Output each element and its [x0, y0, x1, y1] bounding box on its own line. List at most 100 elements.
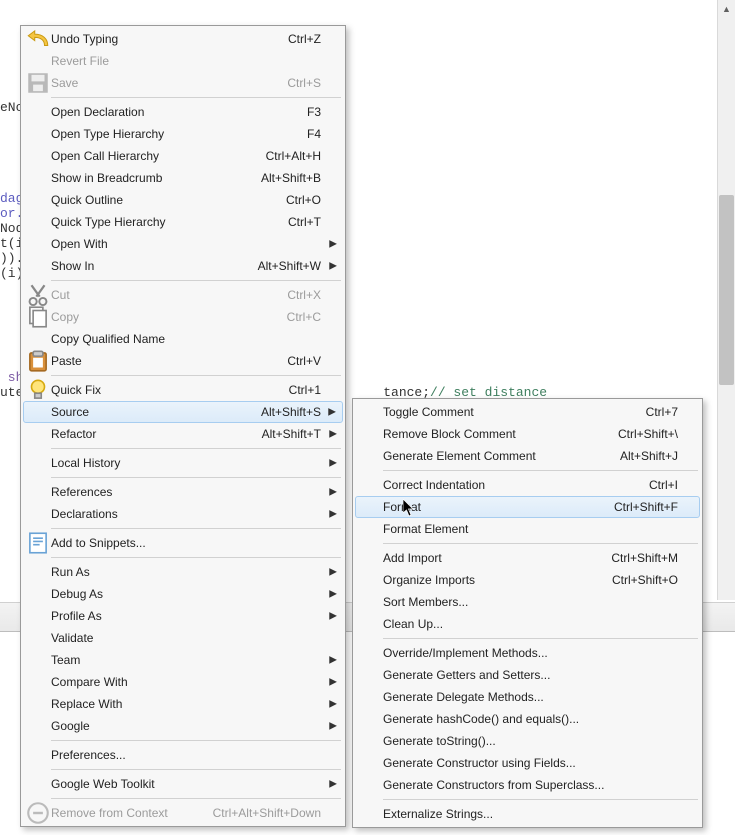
main_menu-item-show-in-breadcrumb[interactable]: Show in BreadcrumbAlt+Shift+B [23, 167, 343, 189]
menu-separator [383, 799, 698, 800]
main_menu-item-open-with[interactable]: Open With▶ [23, 233, 343, 255]
chevron-right-icon: ▶ [328, 407, 336, 418]
menu-item-label: Generate hashCode() and equals()... [383, 712, 678, 726]
main_menu-item-declarations[interactable]: Declarations▶ [23, 503, 343, 525]
menu-item-label: Generate Getters and Setters... [383, 668, 678, 682]
sub_menu-item-add-import[interactable]: Add ImportCtrl+Shift+M [355, 547, 700, 569]
menu-item-label: Clean Up... [383, 617, 678, 631]
sub_menu-item-generate-constructor-using-fields[interactable]: Generate Constructor using Fields... [355, 752, 700, 774]
main_menu-item-quick-outline[interactable]: Quick OutlineCtrl+O [23, 189, 343, 211]
main_menu-item-team[interactable]: Team▶ [23, 649, 343, 671]
sub_menu-item-clean-up[interactable]: Clean Up... [355, 613, 700, 635]
menu-item-label: Open Call Hierarchy [51, 149, 236, 163]
menu-separator [51, 557, 341, 558]
menu-item-label: Source [51, 405, 231, 419]
main_menu-item-replace-with[interactable]: Replace With▶ [23, 693, 343, 715]
main_menu-item-add-to-snippets[interactable]: Add to Snippets... [23, 532, 343, 554]
main_menu-item-compare-with[interactable]: Compare With▶ [23, 671, 343, 693]
sub_menu-item-generate-getters-and-setters[interactable]: Generate Getters and Setters... [355, 664, 700, 686]
menu-item-label: Declarations [51, 507, 321, 521]
sub_menu-item-generate-hashcode-and-equals[interactable]: Generate hashCode() and equals()... [355, 708, 700, 730]
source-submenu[interactable]: Toggle CommentCtrl+7Remove Block Comment… [352, 398, 703, 828]
menu-item-label: Save [51, 76, 257, 90]
main_menu-item-validate[interactable]: Validate [23, 627, 343, 649]
sub_menu-item-format-element[interactable]: Format Element [355, 518, 700, 540]
main_menu-item-google-web-toolkit[interactable]: Google Web Toolkit▶ [23, 773, 343, 795]
sub_menu-item-correct-indentation[interactable]: Correct IndentationCtrl+I [355, 474, 700, 496]
menu-item-shortcut: Alt+Shift+W [258, 259, 321, 273]
context-menu[interactable]: Undo TypingCtrl+Z Revert File Save Ctrl+S Op… [20, 25, 346, 827]
chevron-right-icon: ▶ [329, 487, 337, 498]
menu-item-label: Override/Implement Methods... [383, 646, 678, 660]
main_menu-item-open-call-hierarchy[interactable]: Open Call Hierarchy Ctrl+Alt+H [23, 145, 343, 167]
menu-item-shortcut: Ctrl+1 [289, 383, 321, 397]
menu-item-label: Open Declaration [51, 105, 277, 119]
menu-item-label: Correct Indentation [383, 478, 619, 492]
scroll-thumb[interactable] [719, 195, 734, 385]
main_menu-item-preferences[interactable]: Preferences... [23, 744, 343, 766]
sub_menu-item-remove-block-comment[interactable]: Remove Block CommentCtrl+Shift+\ [355, 423, 700, 445]
main_menu-item-profile-as[interactable]: Profile As▶ [23, 605, 343, 627]
menu-item-label: Show In [51, 259, 228, 273]
sub_menu-item-toggle-comment[interactable]: Toggle CommentCtrl+7 [355, 401, 700, 423]
main_menu-item-run-as[interactable]: Run As▶ [23, 561, 343, 583]
main_menu-item-save: Save Ctrl+S [23, 72, 343, 94]
menu-separator [383, 470, 698, 471]
menu-item-shortcut: Alt+Shift+J [620, 449, 678, 463]
menu-item-shortcut: Ctrl+Alt+H [266, 149, 321, 163]
menu-separator [51, 97, 341, 98]
sub_menu-item-generate-delegate-methods[interactable]: Generate Delegate Methods... [355, 686, 700, 708]
chevron-right-icon: ▶ [329, 589, 337, 600]
menu-item-label: Generate Delegate Methods... [383, 690, 678, 704]
sub_menu-item-sort-members[interactable]: Sort Members... [355, 591, 700, 613]
main_menu-item-open-declaration[interactable]: Open Declaration F3 [23, 101, 343, 123]
menu-item-label: Externalize Strings... [383, 807, 678, 821]
main_menu-item-references[interactable]: References ▶ [23, 481, 343, 503]
menu-separator [51, 798, 341, 799]
scroll-up-button[interactable]: ▲ [718, 0, 735, 17]
main_menu-item-quick-fix[interactable]: Quick FixCtrl+1 [23, 379, 343, 401]
menu-separator [51, 375, 341, 376]
menu-item-label: Toggle Comment [383, 405, 616, 419]
sub_menu-item-generate-element-comment[interactable]: Generate Element CommentAlt+Shift+J [355, 445, 700, 467]
menu-separator [51, 769, 341, 770]
main_menu-item-remove-from-context: Remove from ContextCtrl+Alt+Shift+Down [23, 802, 343, 824]
sub_menu-item-format[interactable]: FormatCtrl+Shift+F [355, 496, 700, 518]
menu-item-label: Google [51, 719, 321, 733]
menu-separator [383, 543, 698, 544]
sub_menu-item-generate-tostring[interactable]: Generate toString()... [355, 730, 700, 752]
main_menu-item-google[interactable]: Google▶ [23, 715, 343, 737]
main_menu-item-refactor[interactable]: RefactorAlt+Shift+T▶ [23, 423, 343, 445]
main_menu-item-open-type-hierarchy[interactable]: Open Type HierarchyF4 [23, 123, 343, 145]
menu-item-shortcut: Ctrl+Alt+Shift+Down [213, 806, 321, 820]
sub_menu-item-organize-imports[interactable]: Organize ImportsCtrl+Shift+O [355, 569, 700, 591]
sub_menu-item-generate-constructors-from-superclass[interactable]: Generate Constructors from Superclass... [355, 774, 700, 796]
sub_menu-item-externalize-strings[interactable]: Externalize Strings... [355, 803, 700, 825]
menu-item-label: Generate Constructor using Fields... [383, 756, 678, 770]
menu-item-shortcut: F3 [307, 105, 321, 119]
main_menu-item-copy-qualified-name[interactable]: Copy Qualified Name [23, 328, 343, 350]
main_menu-item-show-in[interactable]: Show InAlt+Shift+W▶ [23, 255, 343, 277]
main_menu-item-debug-as[interactable]: Debug As▶ [23, 583, 343, 605]
main_menu-item-local-history[interactable]: Local History▶ [23, 452, 343, 474]
menu-item-label: Add to Snippets... [51, 536, 321, 550]
menu-item-label: References [51, 485, 321, 499]
main_menu-item-quick-type-hierarchy[interactable]: Quick Type HierarchyCtrl+T [23, 211, 343, 233]
chevron-right-icon: ▶ [329, 567, 337, 578]
sub_menu-item-override-implement-methods[interactable]: Override/Implement Methods... [355, 642, 700, 664]
menu-item-label: Revert File [51, 54, 321, 68]
menu-item-shortcut: Alt+Shift+S [261, 405, 321, 419]
chevron-right-icon: ▶ [329, 239, 337, 250]
main_menu-item-undo-typing[interactable]: Undo TypingCtrl+Z [23, 28, 343, 50]
menu-item-shortcut: F4 [307, 127, 321, 141]
snippet-icon [25, 530, 51, 556]
main_menu-item-source[interactable]: Source Alt+Shift+S ▶ [23, 401, 343, 423]
vertical-scrollbar[interactable]: ▲ [717, 0, 735, 600]
menu-item-label: Copy Qualified Name [51, 332, 321, 346]
chevron-right-icon: ▶ [329, 458, 337, 469]
main_menu-item-paste[interactable]: PasteCtrl+V [23, 350, 343, 372]
menu-item-shortcut: Ctrl+S [287, 76, 321, 90]
lamp-icon [25, 377, 51, 403]
menu-item-label: Generate toString()... [383, 734, 678, 748]
menu-item-label: Undo Typing [51, 32, 258, 46]
